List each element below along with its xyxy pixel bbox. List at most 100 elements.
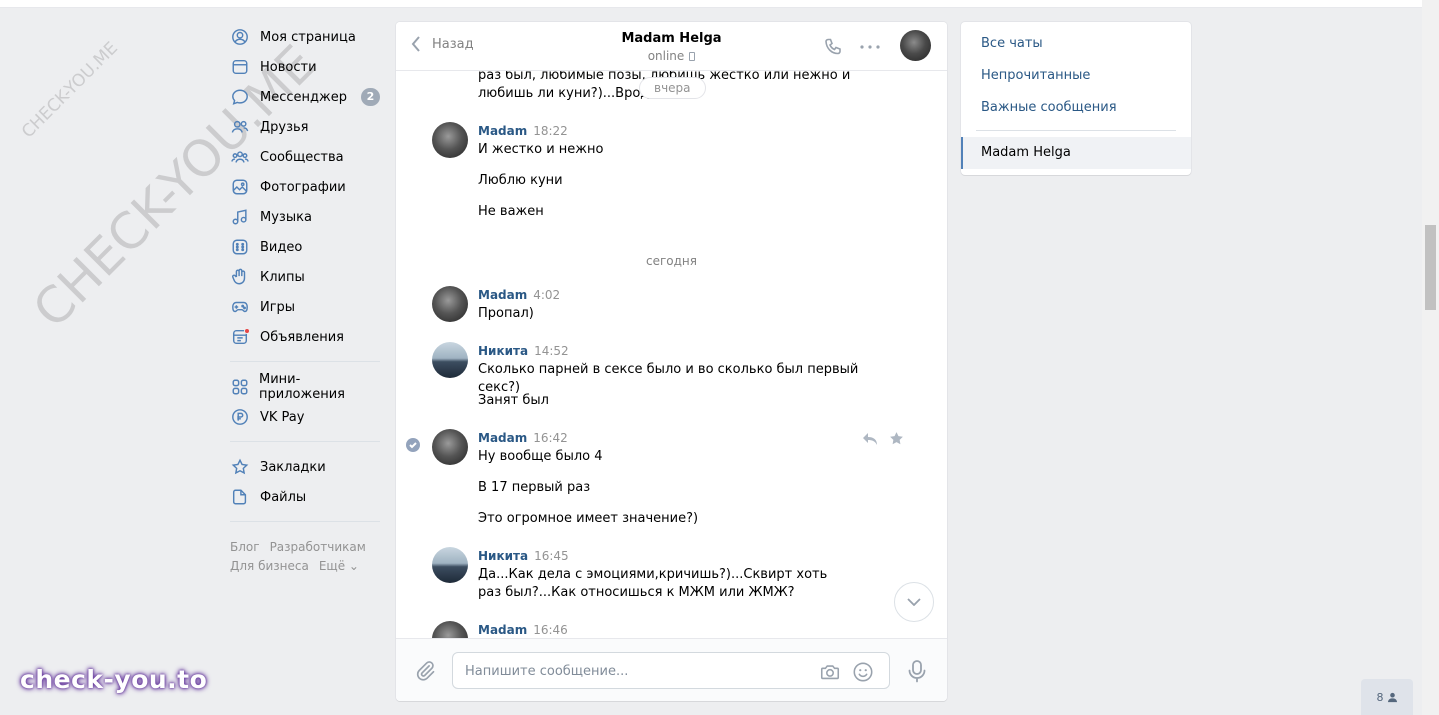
nav-divider [230, 521, 380, 522]
apps-icon [230, 377, 249, 397]
nav-item-mini-apps[interactable]: Мини-приложения [230, 372, 380, 402]
message-text: Не важен [478, 204, 544, 219]
nav-label: Мини-приложения [259, 372, 345, 402]
message-author[interactable]: Никита 14:52 [478, 344, 569, 358]
nav-item-clips[interactable]: Клипы [230, 262, 380, 292]
scroll-to-bottom-button[interactable] [894, 582, 934, 622]
nav-item-my-page[interactable]: Моя страница [230, 22, 380, 52]
footer-link-dev[interactable]: Разработчикам [270, 540, 366, 554]
messenger-count-badge: 2 [361, 88, 380, 106]
communities-icon [230, 147, 250, 167]
nav-label: Файлы [260, 489, 307, 505]
nav-label: Закладки [260, 459, 326, 475]
nav-item-communities[interactable]: Сообщества [230, 142, 380, 172]
footer-link-more[interactable]: Ещё ⌄ [319, 559, 359, 573]
star-icon [890, 432, 903, 445]
active-chat-item[interactable]: Madam Helga [961, 137, 1191, 169]
nav-label: VK Pay [260, 409, 305, 425]
nav-item-games[interactable]: Игры [230, 292, 380, 322]
message-author[interactable]: Madam 16:42 [478, 431, 568, 445]
message-text: Пропал) [478, 306, 534, 321]
nav-item-ads[interactable]: Объявления [230, 322, 380, 352]
message-time: 16:46 [533, 623, 568, 637]
message-text: Ну вообще было 4 [478, 449, 603, 464]
avatar[interactable] [432, 621, 468, 638]
photos-icon [230, 177, 250, 197]
message-author[interactable]: Madam 16:46 [478, 623, 568, 637]
chat-avatar[interactable] [900, 30, 931, 61]
reply-button[interactable] [862, 432, 878, 448]
message-author[interactable]: Madam 18:22 [478, 124, 568, 138]
person-icon [1387, 692, 1397, 702]
avatar[interactable] [432, 286, 468, 322]
footer-link-business[interactable]: Для бизнеса [230, 559, 309, 573]
filter-unread[interactable]: Непрочитанные [981, 68, 1090, 83]
nav-item-photos[interactable]: Фотографии [230, 172, 380, 202]
message-input-box[interactable] [452, 652, 890, 689]
nav-label: Сообщества [260, 149, 344, 165]
footer-links: Блог Разработчикам Для бизнеса Ещё ⌄ [230, 538, 380, 576]
microphone-icon [908, 660, 926, 683]
attach-button[interactable] [414, 659, 436, 681]
more-button[interactable] [858, 35, 882, 59]
avatar[interactable] [432, 342, 468, 378]
message-input[interactable] [465, 661, 805, 681]
nav-label: Музыка [260, 209, 312, 225]
bookmark-icon [230, 457, 250, 477]
emoji-button[interactable] [852, 661, 874, 683]
page-scrollbar[interactable] [1422, 0, 1439, 715]
filter-important[interactable]: Важные сообщения [981, 100, 1117, 115]
check-icon [409, 442, 417, 449]
message-time: 4:02 [533, 288, 561, 302]
nav-label: Друзья [260, 119, 309, 135]
camera-button[interactable] [819, 661, 841, 683]
smile-icon [853, 662, 873, 682]
message-time: 18:22 [533, 124, 568, 138]
avatar[interactable] [432, 547, 468, 583]
nav-item-music[interactable]: Музыка [230, 202, 380, 232]
footer-link-blog[interactable]: Блог [230, 540, 260, 554]
nav-item-news[interactable]: Новости [230, 52, 380, 82]
message-time: 16:42 [533, 431, 568, 445]
panel-divider [976, 130, 1176, 131]
nav-item-video[interactable]: Видео [230, 232, 380, 262]
scrollbar-thumb[interactable] [1425, 225, 1436, 310]
message-text: В 17 первый раз [478, 480, 591, 495]
more-dots-icon [860, 45, 880, 49]
avatar[interactable] [432, 122, 468, 158]
clips-icon [230, 267, 250, 287]
watermark-badge: check-you.to [20, 665, 208, 694]
message-text: Да...Как дела с эмоциями,кричишь?)...Скв… [478, 567, 828, 600]
nav-item-messenger[interactable]: Мессенджер 2 [230, 82, 380, 112]
online-status-text: online [647, 49, 685, 63]
online-friends-widget[interactable]: 8 [1361, 679, 1413, 715]
nav-item-bookmarks[interactable]: Закладки [230, 452, 380, 482]
call-button[interactable] [821, 35, 845, 59]
active-chat-label: Madam Helga [981, 145, 1071, 160]
message-time: 14:52 [534, 344, 569, 358]
message-author[interactable]: Madam 4:02 [478, 288, 560, 302]
camera-icon [820, 665, 840, 680]
select-message-checkbox[interactable] [406, 438, 420, 452]
music-icon [230, 207, 250, 227]
message-text: Люблю куни [478, 173, 563, 188]
nav-item-friends[interactable]: Друзья [230, 112, 380, 142]
watermark-small: CHECK-YOU.ME [18, 38, 122, 143]
nav-label: Игры [260, 299, 296, 315]
filter-all-chats[interactable]: Все чаты [981, 36, 1043, 51]
nav-divider [230, 361, 380, 362]
important-button[interactable] [889, 431, 905, 447]
voice-message-button[interactable] [906, 659, 928, 683]
nav-item-vkpay[interactable]: VK Pay [230, 402, 380, 432]
news-icon [230, 57, 250, 77]
nav-label: Фотографии [260, 179, 346, 195]
nav-item-files[interactable]: Файлы [230, 482, 380, 512]
message-history[interactable]: раз был, любимые позы, любишь жёстко или… [396, 71, 947, 638]
message-author[interactable]: Никита 16:45 [478, 549, 569, 563]
avatar[interactable] [432, 429, 468, 465]
chat-filters-panel: Все чаты Непрочитанные Важные сообщения … [961, 22, 1191, 175]
user-icon [230, 27, 250, 47]
files-icon [230, 487, 250, 507]
ads-icon [230, 327, 250, 347]
video-icon [230, 237, 250, 257]
